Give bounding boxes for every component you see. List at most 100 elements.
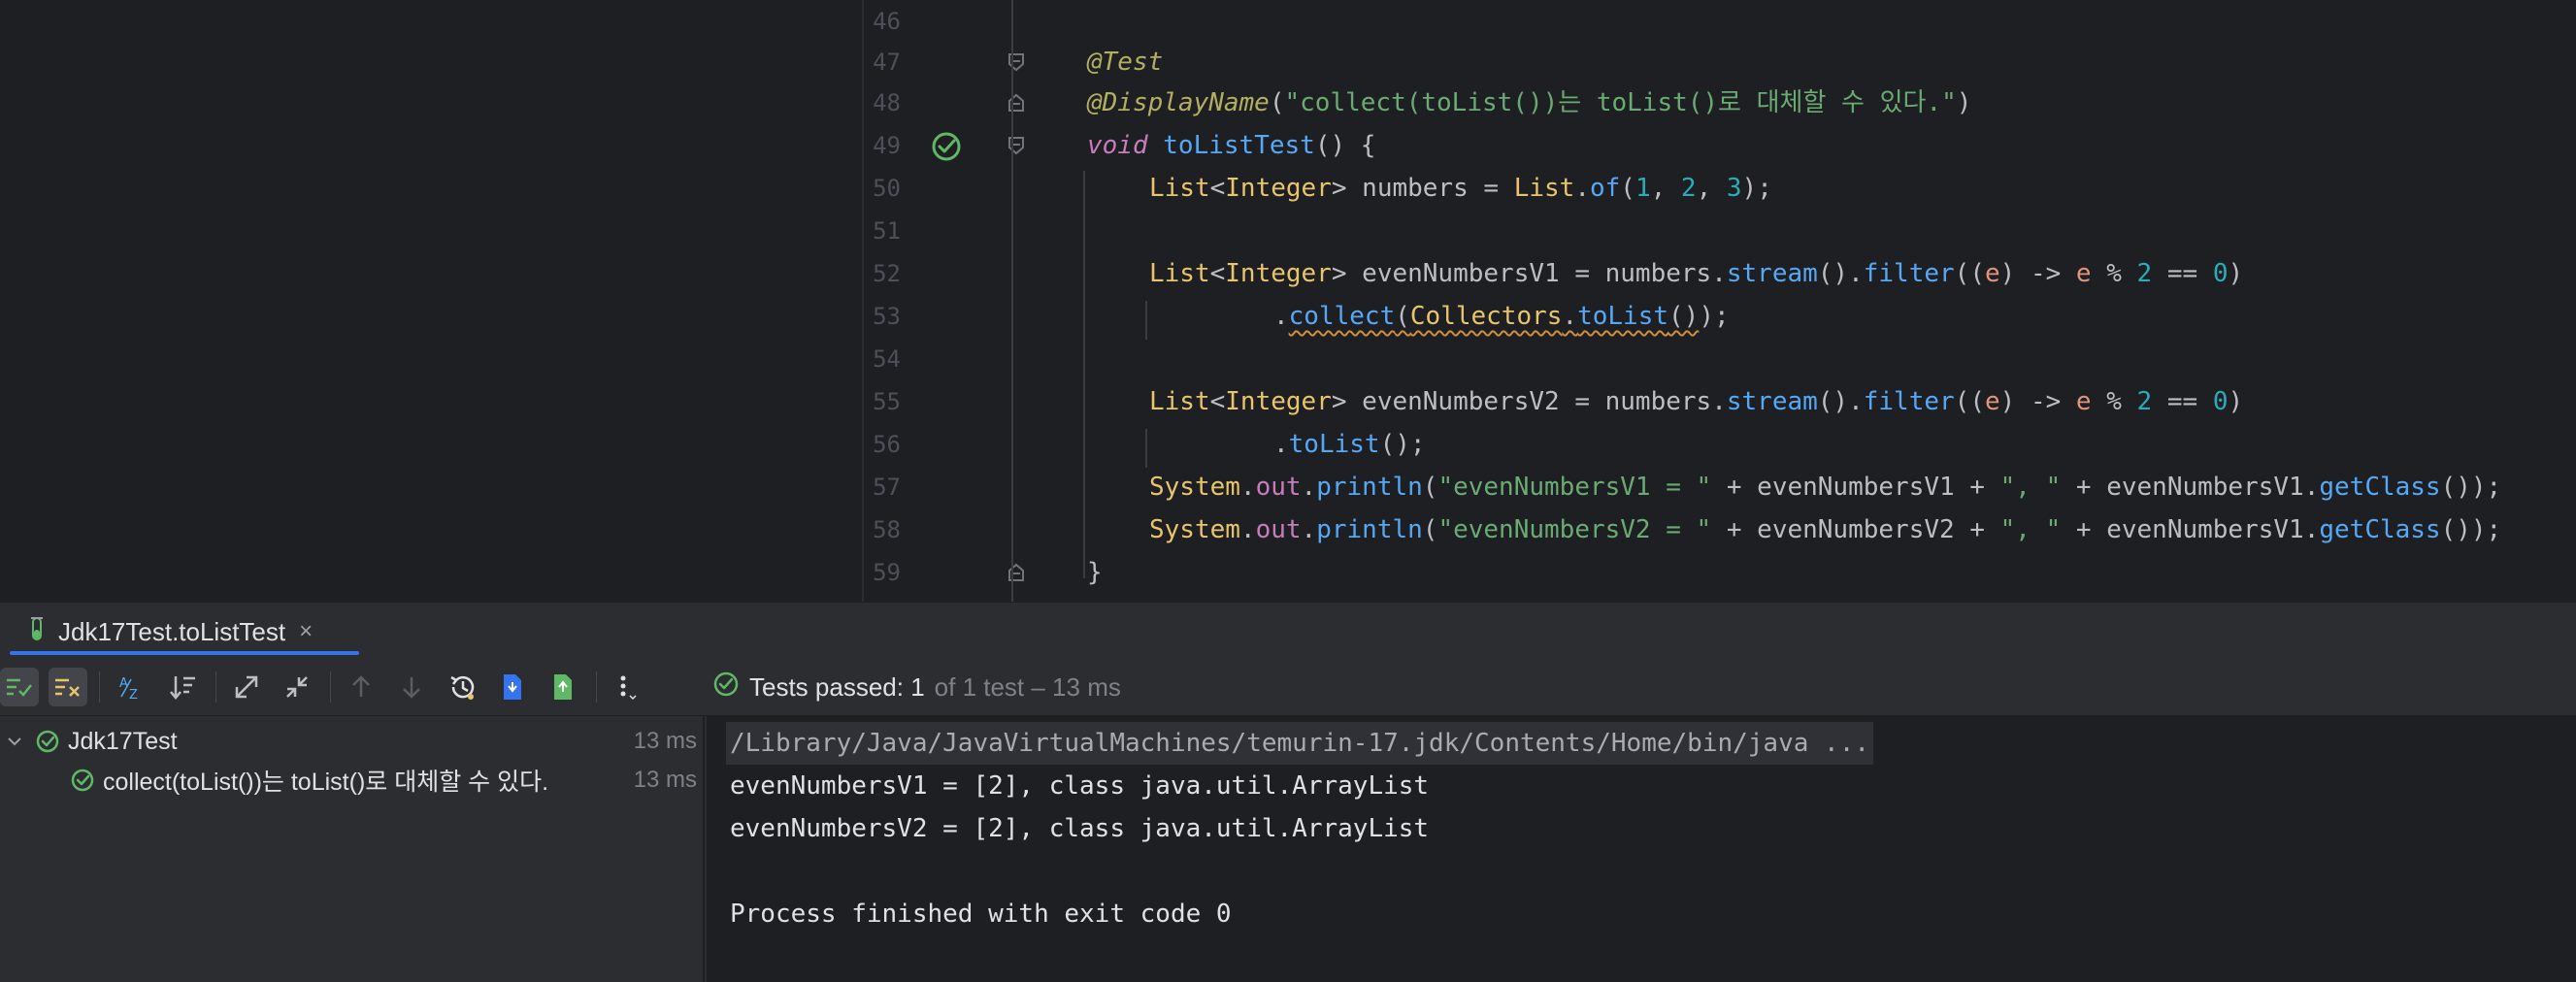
- code-token: ,: [1650, 174, 1681, 203]
- lambda-param: e: [2075, 387, 2092, 416]
- code-token: .: [1273, 302, 1289, 331]
- method-call: toList: [1577, 302, 1669, 331]
- line-number: 54: [873, 345, 901, 373]
- code-token: ((: [1954, 259, 1985, 288]
- type: Integer: [1225, 387, 1332, 416]
- history-icon[interactable]: [443, 668, 481, 706]
- chevron-down-icon[interactable]: [6, 733, 25, 750]
- method-call: collect: [1288, 302, 1396, 331]
- line-number: 57: [873, 474, 901, 501]
- type: List: [1149, 259, 1210, 288]
- method-call: getClass: [2319, 473, 2441, 502]
- lambda-param: e: [2075, 259, 2092, 288]
- fold-icon[interactable]: [1007, 93, 1025, 113]
- code-line-52: List<Integer> evenNumbersV1 = numbers.st…: [1149, 252, 2243, 295]
- next-failed-icon[interactable]: [392, 668, 431, 706]
- code-token: );: [1741, 174, 1772, 203]
- code-line-55: List<Integer> evenNumbersV2 = numbers.st…: [1149, 380, 2243, 423]
- duration-label: 13 ms: [633, 728, 697, 754]
- string-literal: "collect(toList())는 toList()로 대체할 수 있다.": [1284, 88, 1957, 117]
- code-token: + evenNumbersV1 +: [1711, 473, 2000, 502]
- code-token: <: [1209, 387, 1226, 416]
- code-token: .: [1239, 473, 1256, 502]
- test-tube-icon: [29, 616, 45, 648]
- export-tests-icon[interactable]: [544, 668, 582, 706]
- code-line-59: }: [1087, 551, 1103, 594]
- close-icon[interactable]: ×: [299, 618, 313, 645]
- sort-alpha-icon[interactable]: AZ: [113, 668, 151, 706]
- lambda-param: e: [1984, 387, 2000, 416]
- method-call: filter: [1863, 387, 1955, 416]
- number: 3: [1726, 174, 1742, 203]
- code-line-53: .collect(Collectors.toList());: [1273, 295, 1730, 338]
- show-ignored-icon[interactable]: [49, 668, 87, 706]
- method-call: of: [1589, 174, 1621, 203]
- collapse-all-icon[interactable]: [278, 668, 316, 706]
- pass-check-icon[interactable]: [930, 130, 963, 163]
- line-number: 52: [873, 260, 901, 287]
- code-token: + evenNumbersV1.: [2061, 473, 2320, 502]
- code-token: %: [2091, 387, 2137, 416]
- code-line-49: void toListTest() {: [1087, 124, 1375, 167]
- import-tests-icon[interactable]: [493, 668, 532, 706]
- field: out: [1255, 473, 1302, 502]
- editor-gutter: 46 47 48 49 50 51 52 53 54 55 56 57 58 5…: [864, 0, 1058, 602]
- code-token: + evenNumbersV2 +: [1711, 515, 2000, 544]
- pass-check-icon: [712, 671, 740, 704]
- code-token: );: [1699, 302, 1730, 331]
- console-command-line[interactable]: /Library/Java/JavaVirtualMachines/temuri…: [726, 722, 1873, 765]
- type: List: [1149, 174, 1210, 203]
- prev-failed-icon[interactable]: [342, 668, 380, 706]
- tab-run-configuration[interactable]: Jdk17Test.toListTest ×: [10, 608, 332, 655]
- sort-duration-icon[interactable]: [163, 668, 202, 706]
- fold-icon[interactable]: [1007, 563, 1025, 582]
- toolbar-separator: [596, 671, 597, 703]
- tree-node-test[interactable]: collect(toList())는 toList()로 대체할 수 있다. 1…: [0, 761, 705, 800]
- code-token: ());: [2440, 515, 2502, 544]
- warning-highlight[interactable]: collect(Collectors.toList(): [1289, 302, 1700, 331]
- fold-icon[interactable]: [1007, 52, 1025, 72]
- number: 2: [2136, 259, 2153, 288]
- code-token: ,: [1696, 174, 1727, 203]
- code-token: (): [1668, 302, 1700, 331]
- method-call: getClass: [2319, 515, 2441, 544]
- code-token: ();: [1379, 430, 1426, 459]
- expand-all-icon[interactable]: [227, 668, 266, 706]
- pass-check-icon: [35, 729, 60, 754]
- console-output[interactable]: /Library/Java/JavaVirtualMachines/temuri…: [707, 716, 2576, 982]
- type: Collectors: [1409, 302, 1563, 331]
- code-token: .: [1301, 515, 1317, 544]
- code-token: .: [1273, 430, 1289, 459]
- toolbar-separator: [330, 671, 331, 703]
- code-line-58: System.out.println("evenNumbersV2 = " + …: [1149, 508, 2501, 551]
- method-call: println: [1316, 515, 1423, 544]
- line-number: 48: [873, 89, 901, 116]
- code-token: (: [1422, 473, 1438, 502]
- toolbar-separator: [99, 671, 100, 703]
- status-passed-text: Tests passed: 1: [749, 671, 925, 702]
- number: 2: [2136, 387, 2153, 416]
- code-token: ): [2228, 259, 2244, 288]
- code-editor[interactable]: 46 47 48 49 50 51 52 53 54 55 56 57 58 5…: [0, 0, 2576, 602]
- code-token: () {: [1314, 131, 1376, 160]
- tree-node-label: Jdk17Test: [68, 727, 178, 755]
- code-token: .: [1301, 473, 1317, 502]
- active-tab-indicator: [10, 651, 359, 655]
- fold-icon[interactable]: [1007, 136, 1025, 155]
- method-name: toListTest: [1163, 131, 1315, 160]
- tree-node-root[interactable]: Jdk17Test 13 ms: [0, 722, 705, 761]
- console-exit-line: Process finished with exit code 0: [730, 900, 1232, 929]
- number: 1: [1635, 174, 1651, 203]
- show-passed-icon[interactable]: [0, 668, 39, 706]
- test-results-tree: Jdk17Test 13 ms collect(toList())는 toLis…: [0, 716, 705, 982]
- string-literal: ", ": [1999, 473, 2062, 502]
- type: Integer: [1225, 174, 1332, 203]
- number: 0: [2212, 259, 2229, 288]
- more-options-icon[interactable]: [608, 668, 646, 706]
- number: 2: [1680, 174, 1697, 203]
- code-line-47: @Test: [1087, 41, 1163, 83]
- code-area[interactable]: @Test @DisplayName("collect(toList())는 t…: [1087, 0, 2576, 602]
- code-token: <: [1209, 259, 1226, 288]
- line-number: 53: [873, 303, 901, 330]
- console-line: evenNumbersV1 = [2], class java.util.Arr…: [730, 771, 1430, 801]
